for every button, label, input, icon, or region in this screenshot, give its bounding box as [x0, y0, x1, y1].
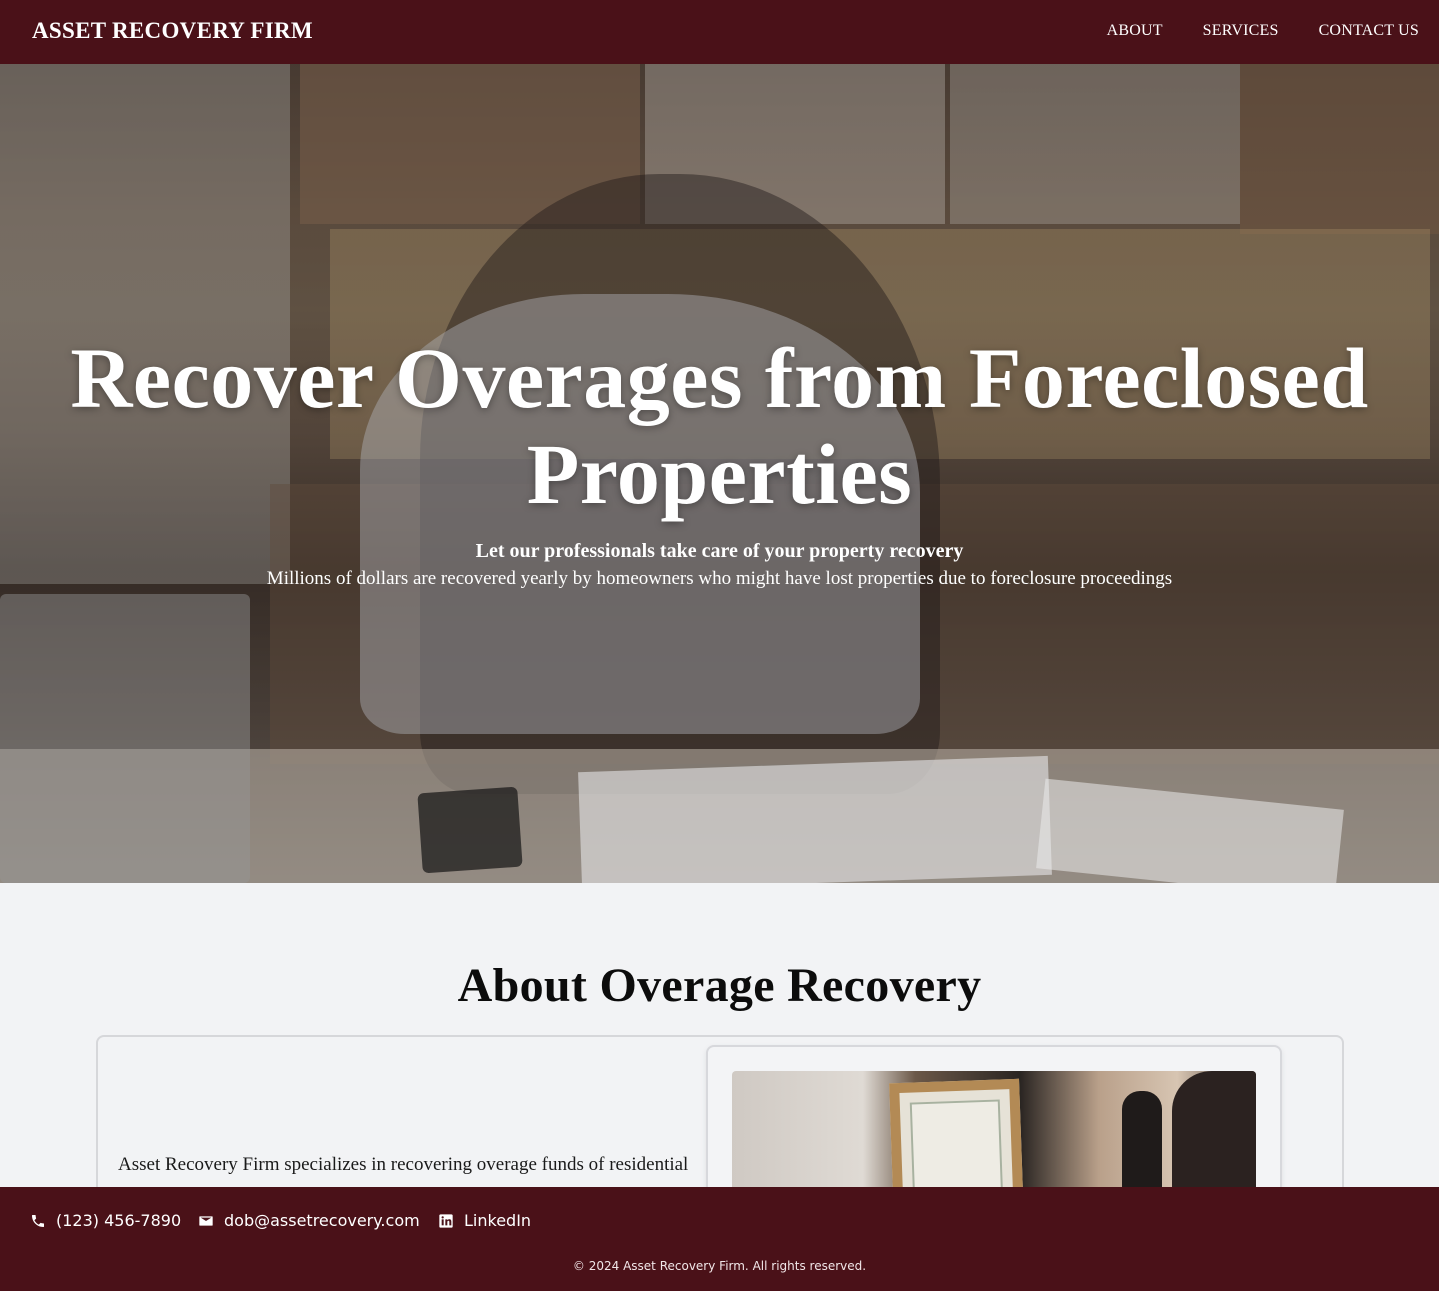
hero-description: Millions of dollars are recovered yearly… [266, 568, 1173, 589]
footer-email-link[interactable]: dob@assetrecovery.com [198, 1211, 420, 1230]
hero-bg-papers [578, 755, 1052, 883]
hero-bg-laptop [0, 594, 250, 883]
nav-services[interactable]: SERVICES [1203, 22, 1279, 40]
footer-phone-link[interactable]: (123) 456-7890 [30, 1211, 181, 1230]
hero-subtitle: Let our professionals take care of your … [475, 540, 964, 562]
hero-bg-phone [417, 786, 523, 874]
site-header: ASSET RECOVERY FIRM ABOUT SERVICES CONTA… [0, 0, 1439, 64]
hero-bg-shelf [950, 64, 1240, 224]
linkedin-icon [439, 1213, 453, 1228]
main-nav: ABOUT SERVICES CONTACT US [1107, 22, 1419, 40]
phone-icon [32, 1214, 44, 1227]
justice-statue [1122, 1091, 1162, 1201]
hero-bg-cabinet [1240, 64, 1439, 234]
nav-about[interactable]: ABOUT [1107, 22, 1163, 40]
mail-icon [199, 1215, 213, 1226]
footer-linkedin-text: LinkedIn [464, 1211, 532, 1230]
footer-phone-text: (123) 456-7890 [56, 1211, 182, 1230]
hero-title: Recover Overages from Foreclosed Propert… [70, 330, 1369, 522]
about-title: About Overage Recovery [457, 959, 982, 1012]
copyright: © 2024 Asset Recovery Firm. All rights r… [572, 1259, 867, 1273]
footer-email-text: dob@assetrecovery.com [224, 1211, 420, 1230]
footer-linkedin-link[interactable]: LinkedIn [438, 1211, 531, 1230]
about-text: Asset Recovery Firm specializes in recov… [118, 1154, 689, 1175]
site-footer: (123) 456-7890 dob@assetrecovery.com Lin… [0, 1187, 1439, 1291]
nav-contact-us[interactable]: CONTACT US [1319, 22, 1419, 40]
brand-logo[interactable]: ASSET RECOVERY FIRM [32, 18, 313, 44]
